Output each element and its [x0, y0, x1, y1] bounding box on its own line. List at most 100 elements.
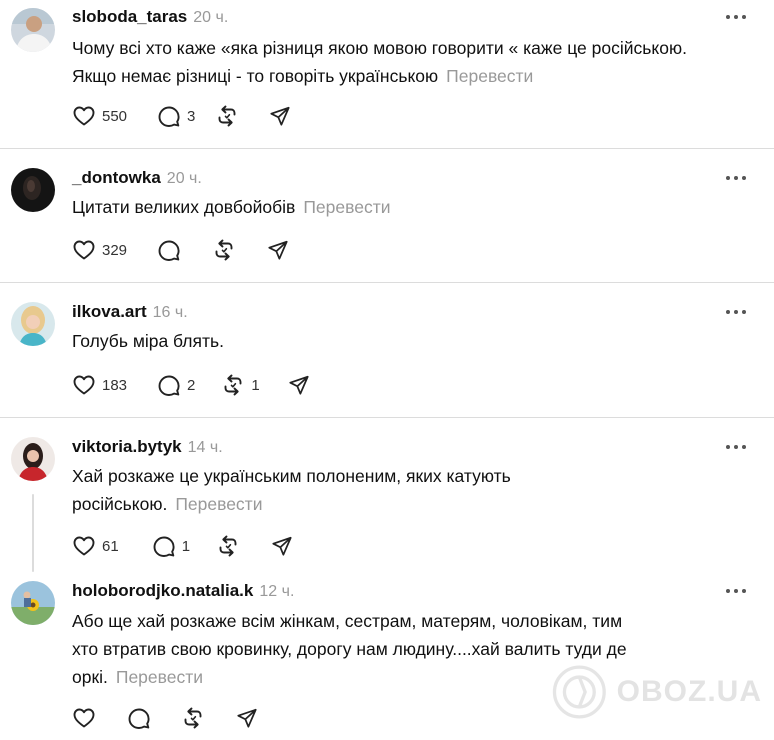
- more-icon[interactable]: [726, 586, 746, 596]
- heart-icon: [72, 706, 96, 730]
- oboz-logo-icon: [552, 665, 606, 719]
- username[interactable]: holoborodjko.natalia.k: [72, 581, 253, 600]
- timestamp: 16 ч.: [152, 304, 188, 321]
- post-header: sloboda_taras 20 ч.: [72, 7, 228, 27]
- action-bar: 183 2 1: [72, 372, 310, 398]
- more-icon[interactable]: [726, 173, 746, 183]
- translate-link[interactable]: Перевести: [303, 197, 390, 217]
- heart-icon: [72, 534, 96, 558]
- more-icon[interactable]: [726, 12, 746, 22]
- reply-button[interactable]: [157, 238, 181, 262]
- post-text-line: Хай розкаже це українським полоненим, як…: [72, 466, 511, 486]
- post-text-line: оркі.: [72, 667, 108, 687]
- avatar[interactable]: [11, 581, 55, 625]
- comment-icon: [157, 238, 181, 262]
- post-text-line: російською.: [72, 494, 168, 514]
- post-text-line: Чому всі хто каже «яка різниця якою мово…: [72, 38, 687, 58]
- avatar[interactable]: [11, 437, 55, 481]
- reply-button[interactable]: [127, 706, 151, 730]
- repost-icon: [212, 238, 236, 262]
- post-header: ilkova.art 16 ч.: [72, 302, 188, 322]
- comment-icon: [152, 534, 176, 558]
- repost-button[interactable]: [215, 104, 239, 128]
- like-button[interactable]: 183: [72, 373, 127, 397]
- watermark: OBOZ.UA: [552, 654, 762, 730]
- divider: [0, 148, 774, 149]
- share-icon: [269, 105, 291, 127]
- share-icon: [236, 707, 258, 729]
- post-header: _dontowka 20 ч.: [72, 168, 202, 188]
- share-button[interactable]: [271, 535, 293, 557]
- share-icon: [271, 535, 293, 557]
- post-text-line: Голубь міра блять.: [72, 331, 224, 351]
- repost-button[interactable]: [212, 238, 236, 262]
- comment-icon: [127, 706, 151, 730]
- post-text: Або ще хай розкаже всім жінкам, сестрам,…: [72, 607, 627, 691]
- avatar[interactable]: [11, 302, 55, 346]
- like-count: 329: [102, 241, 128, 259]
- translate-link[interactable]: Перевести: [175, 494, 262, 514]
- translate-link[interactable]: Перевести: [446, 66, 533, 86]
- comment-icon: [157, 373, 181, 397]
- repost-button[interactable]: 1: [221, 373, 260, 397]
- translate-link[interactable]: Перевести: [116, 667, 203, 687]
- post-header: holoborodjko.natalia.k 12 ч.: [72, 581, 294, 601]
- action-bar: 329: [72, 237, 289, 263]
- share-button[interactable]: [269, 105, 291, 127]
- action-bar: [72, 705, 258, 731]
- username[interactable]: sloboda_taras: [72, 7, 187, 26]
- divider: [0, 417, 774, 418]
- heart-icon: [72, 104, 96, 128]
- repost-icon: [215, 104, 239, 128]
- post-text: Чому всі хто каже «яка різниця якою мово…: [72, 34, 687, 90]
- action-bar: 550 3: [72, 103, 291, 129]
- more-icon[interactable]: [726, 442, 746, 452]
- more-icon[interactable]: [726, 307, 746, 317]
- heart-icon: [72, 373, 96, 397]
- post-text: Цитати великих довбойобів Перевести: [72, 193, 391, 221]
- post-text: Хай розкаже це українським полоненим, як…: [72, 462, 511, 518]
- username[interactable]: viktoria.bytyk: [72, 437, 182, 456]
- share-icon: [288, 374, 310, 396]
- reply-count: 1: [181, 537, 191, 555]
- username[interactable]: ilkova.art: [72, 302, 147, 321]
- avatar[interactable]: [11, 8, 55, 52]
- timestamp: 12 ч.: [259, 583, 295, 600]
- repost-icon: [221, 373, 245, 397]
- repost-icon: [216, 534, 240, 558]
- like-button[interactable]: [72, 706, 96, 730]
- like-count: 550: [102, 107, 128, 125]
- post-text: Голубь міра блять.: [72, 327, 224, 355]
- post-header: viktoria.bytyk 14 ч.: [72, 437, 223, 457]
- divider: [0, 282, 774, 283]
- repost-button[interactable]: [216, 534, 240, 558]
- repost-button[interactable]: [181, 706, 205, 730]
- repost-count: 1: [251, 376, 260, 394]
- post-text-line: Або ще хай розкаже всім жінкам, сестрам,…: [72, 611, 623, 631]
- share-button[interactable]: [288, 374, 310, 396]
- reply-button[interactable]: 3: [157, 104, 195, 128]
- timestamp: 20 ч.: [166, 170, 202, 187]
- share-button[interactable]: [236, 707, 258, 729]
- like-button[interactable]: 329: [72, 238, 127, 262]
- reply-button[interactable]: 1: [152, 534, 190, 558]
- avatar[interactable]: [11, 168, 55, 212]
- watermark-text: OBOZ.UA: [616, 675, 762, 708]
- reply-count: 3: [187, 107, 196, 125]
- like-button[interactable]: 550: [72, 104, 127, 128]
- username[interactable]: _dontowka: [72, 168, 161, 187]
- thread-line: [32, 494, 34, 572]
- post-text-line: хто втратив свою кровинку, дорогу нам лю…: [72, 639, 627, 659]
- share-icon: [267, 239, 289, 261]
- like-count: 183: [102, 376, 128, 394]
- timestamp: 14 ч.: [187, 439, 223, 456]
- like-button[interactable]: 61: [72, 534, 119, 558]
- timestamp: 20 ч.: [193, 9, 229, 26]
- share-button[interactable]: [267, 239, 289, 261]
- post-text-line: Якщо немає різниці - то говоріть українс…: [72, 66, 439, 86]
- comment-icon: [157, 104, 181, 128]
- reply-count: 2: [187, 376, 196, 394]
- heart-icon: [72, 238, 96, 262]
- post-text-line: Цитати великих довбойобів: [72, 197, 296, 217]
- reply-button[interactable]: 2: [157, 373, 195, 397]
